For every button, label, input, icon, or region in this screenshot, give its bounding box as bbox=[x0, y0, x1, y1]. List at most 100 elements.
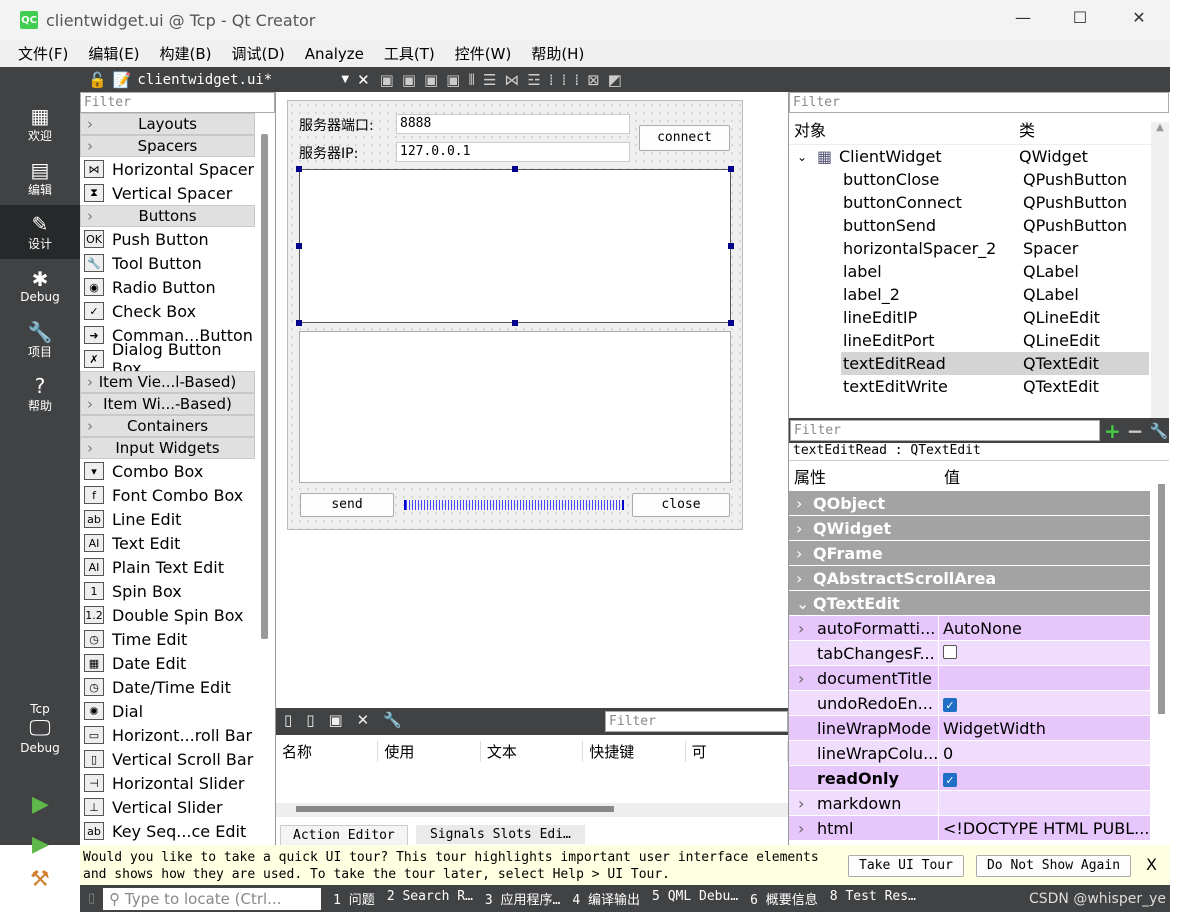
widget-item[interactable]: ◷ Date/Time Edit bbox=[80, 675, 255, 699]
column-header[interactable]: 使用 bbox=[378, 740, 481, 762]
property-category[interactable]: ⌄ QTextEdit bbox=[789, 591, 1150, 616]
locator-input[interactable]: ⚲ Type to locate (Ctrl... bbox=[103, 887, 322, 910]
property-category[interactable]: › QFrame bbox=[789, 541, 1150, 566]
widget-filter-input[interactable]: Filter bbox=[80, 92, 275, 113]
take-ui-tour-button[interactable]: Take UI Tour bbox=[848, 855, 964, 877]
category-Containers[interactable]: Containers bbox=[80, 415, 255, 437]
widget-item[interactable]: OK Push Button bbox=[80, 227, 255, 251]
minimize-button[interactable]: — bbox=[1008, 8, 1038, 27]
property-category[interactable]: › QWidget bbox=[789, 516, 1150, 541]
widget-item[interactable]: 1 Spin Box bbox=[80, 579, 255, 603]
category-Input Widgets[interactable]: Input Widgets bbox=[80, 437, 255, 459]
widget-item[interactable]: 1.2 Double Spin Box bbox=[80, 603, 255, 627]
column-header[interactable]: 快捷键 bbox=[583, 740, 686, 762]
output-pane-button[interactable]: 1 问题 bbox=[333, 889, 375, 908]
ip-line-edit[interactable]: 127.0.0.1 bbox=[396, 142, 630, 162]
col-class[interactable]: 类 bbox=[1019, 117, 1035, 141]
ip-label[interactable]: 服务器IP: bbox=[299, 143, 358, 163]
widget-item[interactable]: ▯ Vertical Scroll Bar bbox=[80, 747, 255, 771]
widget-item[interactable]: ⋈ Horizontal Spacer bbox=[80, 157, 255, 181]
chevron-icon[interactable]: › bbox=[798, 619, 804, 638]
widget-item[interactable]: ▭ Horizont...roll Bar bbox=[80, 723, 255, 747]
menu-1[interactable]: 编辑(E) bbox=[88, 43, 139, 64]
object-row[interactable]: label QLabel bbox=[841, 260, 1149, 283]
property-filter-input[interactable]: Filter bbox=[790, 420, 1100, 441]
action-tools-icons[interactable]: ▯▯▣✕🔧 bbox=[284, 711, 416, 729]
widget-item[interactable]: AI Plain Text Edit bbox=[80, 555, 255, 579]
property-value[interactable]: ✓ bbox=[939, 694, 957, 713]
close-tour-icon[interactable]: X bbox=[1146, 855, 1157, 874]
port-label[interactable]: 服务器端口: bbox=[299, 115, 374, 135]
build-hammer-icon[interactable]: ⚒ bbox=[30, 867, 50, 892]
property-value[interactable]: <!DOCTYPE HTML PUBL... bbox=[939, 819, 1149, 838]
output-pane-button[interactable]: 8 Test Res… bbox=[830, 889, 916, 908]
object-row[interactable]: lineEditIP QLineEdit bbox=[841, 306, 1149, 329]
menu-4[interactable]: Analyze bbox=[305, 45, 364, 63]
object-row[interactable]: buttonClose QPushButton bbox=[841, 168, 1149, 191]
property-row[interactable]: › documentTitle bbox=[789, 665, 1150, 691]
widget-item[interactable]: ◷ Time Edit bbox=[80, 627, 255, 651]
action-filter-input[interactable]: Filter bbox=[605, 711, 788, 732]
property-value[interactable]: WidgetWidth bbox=[939, 719, 1046, 738]
property-value[interactable] bbox=[939, 644, 957, 663]
run-icon[interactable]: ▶ bbox=[32, 792, 49, 817]
property-category[interactable]: › QAbstractScrollArea bbox=[789, 566, 1150, 591]
add-property-icon[interactable]: + bbox=[1104, 419, 1121, 443]
output-pane-button[interactable]: 4 编译输出 bbox=[572, 889, 640, 908]
menu-2[interactable]: 构建(B) bbox=[160, 43, 212, 64]
close-window-button[interactable]: ✕ bbox=[1124, 8, 1154, 27]
text-edit-read[interactable] bbox=[299, 169, 731, 323]
property-row[interactable]: lineWrapMode WidgetWidth bbox=[789, 715, 1150, 741]
widget-item[interactable]: ab Line Edit bbox=[80, 507, 255, 531]
toggle-sidebar-icon[interactable]: ▯ bbox=[88, 891, 95, 906]
tree-root[interactable]: ⌄ ▦ ClientWidget QWidget bbox=[789, 145, 1169, 168]
property-row[interactable]: lineWrapColu... 0 bbox=[789, 740, 1150, 766]
open-file-combo[interactable]: clientwidget.ui* bbox=[137, 72, 337, 88]
output-pane-button[interactable]: 6 概要信息 bbox=[750, 889, 818, 908]
col-property[interactable]: 属性 bbox=[794, 464, 944, 488]
widget-box-scrollbar[interactable] bbox=[261, 134, 268, 639]
layout-tools-icons[interactable]: ▣▣▣▣⦀☰⋈☲⁞⁞⁞⊠◩ bbox=[380, 71, 630, 89]
kit-build[interactable]: Debug bbox=[0, 741, 80, 755]
mode-项目[interactable]: 🔧 项目 bbox=[0, 313, 80, 367]
maximize-button[interactable]: ☐ bbox=[1065, 8, 1095, 27]
chevron-down-icon[interactable]: ▼ bbox=[341, 74, 349, 85]
connect-button[interactable]: connect bbox=[639, 125, 730, 151]
expand-icon[interactable]: ⌄ bbox=[797, 150, 817, 164]
widget-item[interactable]: ⊣ Horizontal Slider bbox=[80, 771, 255, 795]
widget-item[interactable]: f Font Combo Box bbox=[80, 483, 255, 507]
tab-signals-slots-editor[interactable]: Signals Slots Edi… bbox=[416, 825, 585, 844]
category-Item Vie...l-Based)[interactable]: Item Vie...l-Based) bbox=[80, 371, 255, 393]
object-row[interactable]: label_2 QLabel bbox=[841, 283, 1149, 306]
property-row[interactable]: › autoFormatti... AutoNone bbox=[789, 615, 1150, 641]
text-edit-write[interactable] bbox=[299, 331, 731, 483]
object-row[interactable]: textEditWrite QTextEdit bbox=[841, 375, 1149, 398]
port-line-edit[interactable]: 8888 bbox=[396, 114, 630, 134]
do-not-show-again-button[interactable]: Do Not Show Again bbox=[976, 855, 1131, 877]
mode-帮助[interactable]: ? 帮助 bbox=[0, 367, 80, 421]
widget-item[interactable]: ab Key Seq...ce Edit bbox=[80, 819, 255, 843]
category-Spacers[interactable]: Spacers bbox=[80, 135, 255, 157]
action-hscrollbar[interactable] bbox=[296, 806, 614, 812]
remove-property-icon[interactable]: − bbox=[1127, 419, 1144, 443]
widget-item[interactable]: ▾ Combo Box bbox=[80, 459, 255, 483]
close-document-icon[interactable]: ✕ bbox=[357, 71, 370, 89]
checkbox[interactable] bbox=[943, 644, 957, 659]
property-row[interactable]: › html <!DOCTYPE HTML PUBL... bbox=[789, 815, 1150, 841]
menu-3[interactable]: 调试(D) bbox=[232, 43, 285, 64]
property-value[interactable]: 0 bbox=[939, 744, 953, 763]
object-row[interactable]: horizontalSpacer_2 Spacer bbox=[841, 237, 1149, 260]
object-row[interactable]: lineEditPort QLineEdit bbox=[841, 329, 1149, 352]
menu-6[interactable]: 控件(W) bbox=[455, 43, 512, 64]
mode-设计[interactable]: ✎ 设计 bbox=[0, 205, 80, 259]
widget-item[interactable]: ▦ Date Edit bbox=[80, 651, 255, 675]
property-row[interactable]: › markdown bbox=[789, 790, 1150, 816]
object-row[interactable]: buttonSend QPushButton bbox=[841, 214, 1149, 237]
chevron-icon[interactable]: › bbox=[798, 794, 804, 813]
col-object[interactable]: 对象 bbox=[794, 117, 1019, 141]
menu-7[interactable]: 帮助(H) bbox=[531, 43, 584, 64]
object-vscrollbar[interactable]: ▲ bbox=[1151, 122, 1169, 418]
property-row[interactable]: undoRedoEn... ✓ bbox=[789, 690, 1150, 716]
tab-action-editor[interactable]: Action Editor bbox=[280, 825, 408, 845]
widget-item[interactable]: ◉ Radio Button bbox=[80, 275, 255, 299]
